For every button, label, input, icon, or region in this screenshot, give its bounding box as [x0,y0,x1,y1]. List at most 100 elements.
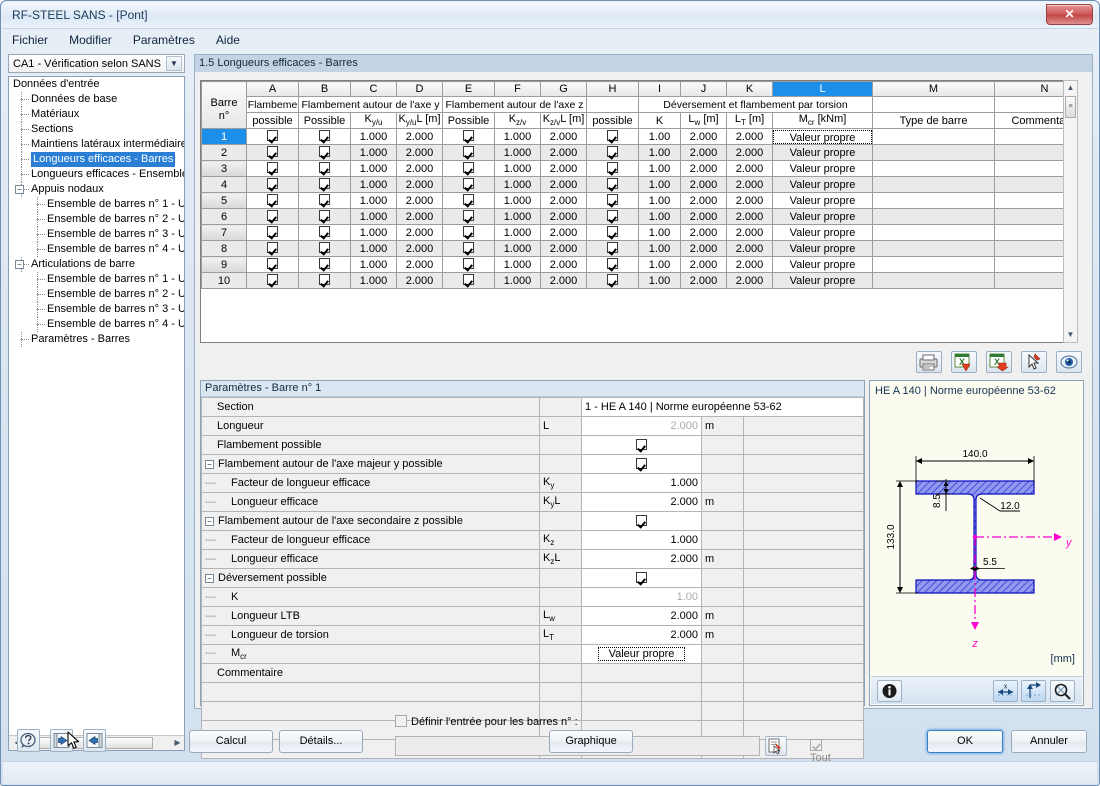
parameter-row[interactable]: Flambement possible [201,435,864,455]
table-cell-d[interactable]: 2.000 [396,176,443,193]
table-cell-g[interactable]: 2.000 [540,256,587,273]
table-row[interactable]: 9 1.000 2.000 1.000 2.000 1.00 2.000 2.000 Valeu… [201,256,1074,273]
table-cell-b[interactable] [298,176,351,193]
table-cell-h[interactable] [586,144,639,161]
table-cell-g[interactable]: 2.000 [540,208,587,225]
menu-parametres[interactable]: Paramètres [124,30,204,50]
table-cell-k[interactable]: 2.000 [726,224,773,241]
table-cell-e[interactable] [442,256,495,273]
table-row[interactable]: 3 1.000 2.000 1.000 2.000 1.00 2.000 2.000 Valeu… [201,160,1074,177]
tree-item[interactable]: Données d'entrée [9,77,184,92]
table-row[interactable]: 4 1.000 2.000 1.000 2.000 1.00 2.000 2.000 Valeu… [201,176,1074,193]
table-cell-e[interactable] [442,208,495,225]
parameter-expander-icon[interactable]: − [205,574,214,583]
table-row[interactable]: 1 1.000 2.000 1.000 2.000 1.00 2.000 2.000 Valeu… [201,128,1074,145]
tree-item[interactable]: Matériaux [9,107,184,122]
parameter-value[interactable]: 2.000 [581,606,702,626]
tree-item[interactable]: Ensemble de barres n° 1 - U [9,272,184,287]
parameter-value[interactable]: 1.00 [581,587,702,607]
parameter-row[interactable]: — Longueur efficace KzL 2.000 m [201,549,864,569]
table-cell-e[interactable] [442,272,495,289]
table-cell-c[interactable]: 1.000 [350,176,397,193]
parameter-value[interactable]: 2.000 [581,625,702,645]
table-cell-f[interactable]: 1.000 [494,160,541,177]
table-cell-f[interactable]: 1.000 [494,240,541,257]
row-header[interactable]: 4 [201,176,247,193]
row-header[interactable]: 2 [201,144,247,161]
row-header[interactable]: 6 [201,208,247,225]
checkbox-icon[interactable] [607,130,618,141]
table-cell-l[interactable]: Valeur propre [772,256,873,273]
table-cell-m[interactable] [872,160,995,177]
view-icon[interactable] [1056,351,1082,373]
value-selector[interactable]: Valeur propre [597,647,686,661]
menu-modifier[interactable]: Modifier [60,30,121,50]
table-cell-k[interactable]: 2.000 [726,272,773,289]
row-header[interactable]: 7 [201,224,247,241]
pick-icon[interactable] [1020,351,1047,373]
table-cell-i[interactable]: 1.00 [638,272,681,289]
tree-item[interactable]: Ensemble de barres n° 3 - U [9,227,184,242]
table-cell-l[interactable]: Valeur propre [772,144,873,161]
table-cell-i[interactable]: 1.00 [638,224,681,241]
table-cell-b[interactable] [298,272,351,289]
checkbox-icon[interactable] [607,258,618,269]
table-cell-l[interactable]: Valeur propre [772,128,873,145]
checkbox-icon[interactable] [463,242,474,253]
table-cell-g[interactable]: 2.000 [540,192,587,209]
checkbox-icon[interactable] [319,274,330,285]
tree-item[interactable]: − Appuis nodaux [9,182,184,197]
table-cell-b[interactable] [298,160,351,177]
table-cell-d[interactable]: 2.000 [396,144,443,161]
table-cell-d[interactable]: 2.000 [396,192,443,209]
table-cell-e[interactable] [442,176,495,193]
table-vertical-scrollbar[interactable]: ▲ ≡ ▼ [1063,80,1078,343]
scroll-thumb[interactable]: ≡ [1065,96,1076,118]
checkbox-icon[interactable] [607,178,618,189]
parameter-row[interactable] [201,682,864,702]
table-row[interactable]: 6 1.000 2.000 1.000 2.000 1.00 2.000 2.000 Valeu… [201,208,1074,225]
table-cell-d[interactable]: 2.000 [396,128,443,145]
table-cell-l[interactable]: Valeur propre [772,240,873,257]
parameter-value[interactable] [581,663,702,683]
tree-item[interactable]: Ensemble de barres n° 2 - U [9,287,184,302]
checkbox-icon[interactable] [267,194,278,205]
checkbox-icon[interactable] [607,194,618,205]
table-cell-d[interactable]: 2.000 [396,160,443,177]
checkbox-icon[interactable] [319,258,330,269]
table-cell-h[interactable] [586,224,639,241]
tree-expander-icon[interactable]: − [15,185,24,194]
tree-item[interactable]: Paramètres - Barres [9,332,184,347]
table-cell-i[interactable]: 1.00 [638,240,681,257]
table-cell-e[interactable] [442,192,495,209]
table-cell-d[interactable]: 2.000 [396,240,443,257]
parameter-value[interactable]: 2.000 [581,416,702,436]
table-cell-k[interactable]: 2.000 [726,128,773,145]
tree-item[interactable]: Ensemble de barres n° 4 - U [9,242,184,257]
parameter-value[interactable] [581,454,702,474]
parameter-row[interactable]: — Longueur LTB Lw 2.000 m [201,606,864,626]
table-cell-b[interactable] [298,240,351,257]
tree-item[interactable]: Ensemble de barres n° 2 - U [9,212,184,227]
table-cell-k[interactable]: 2.000 [726,240,773,257]
table-cell-g[interactable]: 2.000 [540,128,587,145]
checkbox-icon[interactable] [463,178,474,189]
column-header-h[interactable]: H [586,81,639,97]
table-cell-m[interactable] [872,208,995,225]
table-cell-a[interactable] [246,208,299,225]
table-cell-j[interactable]: 2.000 [680,192,727,209]
tree-item[interactable]: Longueurs efficaces - Ensembles [9,167,184,182]
checkbox-icon[interactable] [319,242,330,253]
parameter-expander-icon[interactable]: − [205,460,214,469]
parameter-value[interactable] [581,435,702,455]
parameter-row[interactable]: — Facteur de longueur efficace Ky 1.000 [201,473,864,493]
export-excel-icon[interactable]: X [950,351,977,373]
parameter-row[interactable]: − Flambement autour de l'axe majeur y pos… [201,454,864,474]
parameter-row[interactable]: — Mcr Valeur propre [201,644,864,664]
table-cell-j[interactable]: 2.000 [680,144,727,161]
parameter-value[interactable]: 2.000 [581,549,702,569]
row-header[interactable]: 3 [201,160,247,177]
table-cell-a[interactable] [246,272,299,289]
column-header-k[interactable]: K [726,81,773,97]
checkbox-icon[interactable] [267,242,278,253]
